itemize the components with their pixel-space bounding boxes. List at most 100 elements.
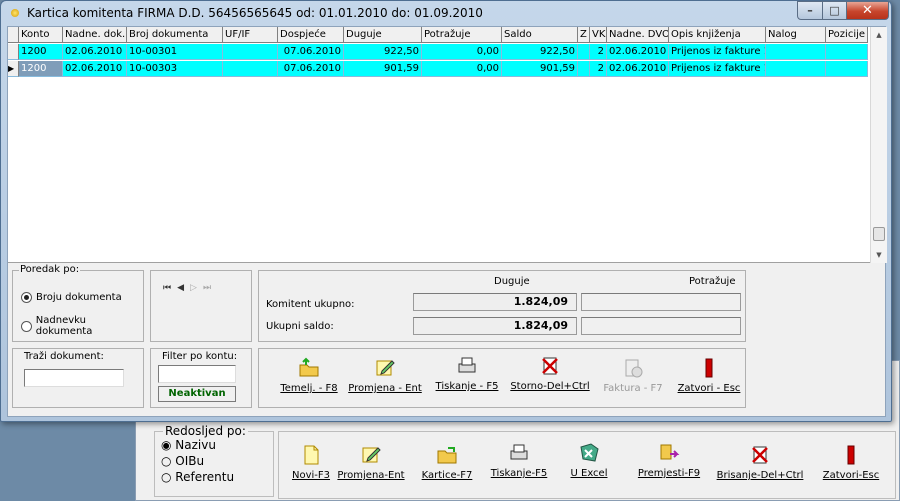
app-icon <box>11 9 19 17</box>
grid-header: Konto Nadne. dok. Broj dokumenta UF/IF D… <box>8 27 868 43</box>
radio-dot-selected <box>21 292 32 303</box>
filter-status-button[interactable]: Neaktivan <box>158 386 236 402</box>
cell-dospijece[interactable]: 07.06.2010 <box>278 44 344 60</box>
filter-legend: Filter po kontu: <box>161 351 239 362</box>
cell-broj-dokumenta[interactable]: 10-00301 <box>127 44 223 60</box>
promjena-button-bg[interactable]: Promjena-Ent <box>331 444 411 481</box>
col-header-saldo[interactable]: Saldo <box>502 27 578 43</box>
filter-account-input[interactable] <box>158 365 236 383</box>
first-record-icon[interactable]: ⏮ <box>163 283 177 293</box>
table-row[interactable]: 1200 02.06.2010 10-00301 07.06.2010 922,… <box>8 44 868 60</box>
cell-duguje[interactable]: 901,59 <box>344 61 422 77</box>
brisanje-button[interactable]: Brisanje-Del+Ctrl <box>715 444 805 481</box>
cell-uf-if[interactable] <box>223 44 278 60</box>
cell-broj-dokumenta[interactable]: 10-00303 <box>127 61 223 77</box>
title-bar[interactable]: Kartica komitenta FIRMA D.D. 56456565645… <box>1 1 891 25</box>
col-header-uf-if[interactable]: UF/IF <box>223 27 278 43</box>
cell-z[interactable] <box>578 44 590 60</box>
cell-z[interactable] <box>578 61 590 77</box>
col-header-nalog[interactable]: Nalog <box>766 27 826 43</box>
cell-nadne-dok[interactable]: 02.06.2010 <box>63 61 127 77</box>
cell-nalog[interactable] <box>766 61 826 77</box>
kartice-button[interactable]: Kartice-F7 <box>407 444 487 481</box>
delete-icon <box>752 446 768 464</box>
prev-record-icon[interactable]: ◀ <box>177 283 190 293</box>
cell-potrazuje[interactable]: 0,00 <box>422 61 502 77</box>
ledger-grid[interactable]: Konto Nadne. dok. Broj dokumenta UF/IF D… <box>8 27 887 263</box>
col-header-duguje[interactable]: Duguje <box>344 27 422 43</box>
navigation-group: ⏮◀▷⏭ <box>150 270 252 342</box>
cell-pozicije[interactable] <box>826 44 868 60</box>
sort-by-group: Redosljed po: ◉ Nazivu ○ OIBu ○ Referent… <box>154 424 274 497</box>
radio-dot <box>21 320 32 332</box>
zatvori-button[interactable]: Zatvori - Esc <box>669 357 749 394</box>
cell-konto[interactable]: 1200 <box>19 44 63 60</box>
radio-broj-dokumenta[interactable]: Broju dokumenta <box>21 292 122 303</box>
cell-vk[interactable]: 2 <box>590 44 607 60</box>
grid-vertical-scrollbar[interactable]: ▲ ▼ <box>870 27 887 263</box>
folder-icon <box>437 447 457 464</box>
col-header-nadne-dok[interactable]: Nadne. dok. <box>63 27 127 43</box>
tiskanje-button[interactable]: Tiskanje - F5 <box>427 355 507 392</box>
premjesti-button[interactable]: Premjesti-F9 <box>629 442 709 479</box>
cell-saldo[interactable]: 901,59 <box>502 61 578 77</box>
cell-saldo[interactable]: 922,50 <box>502 44 578 60</box>
tiskanje-button-bg[interactable]: Tiskanje-F5 <box>479 442 559 479</box>
exit-door-icon <box>847 445 855 465</box>
cell-opis[interactable]: Prijenos iz fakture 10 <box>669 44 766 60</box>
storno-button[interactable]: Storno-Del+Ctrl <box>505 355 595 392</box>
col-header-broj-dokumenta[interactable]: Broj dokumenta <box>127 27 223 43</box>
radio-nadnevak-dokumenta[interactable]: Nadnevku dokumenta <box>21 315 143 337</box>
new-document-icon <box>304 445 319 465</box>
col-header-dospijece[interactable]: Dospjeće <box>278 27 344 43</box>
table-row[interactable]: ▶ 1200 02.06.2010 10-00303 07.06.2010 90… <box>8 61 868 77</box>
temeljnica-button[interactable]: Temelj. - F8 <box>269 357 349 394</box>
kartica-window: Kartica komitenta FIRMA D.D. 56456565645… <box>0 0 892 422</box>
scroll-thumb[interactable] <box>873 227 885 241</box>
komitent-ukupno-label: Komitent ukupno: <box>266 299 355 310</box>
radio-referentu[interactable]: ○ Referentu <box>161 470 267 484</box>
order-group: Poredak po: Broju dokumenta Nadnevku dok… <box>12 264 144 342</box>
excel-button[interactable]: U Excel <box>549 442 629 479</box>
record-navigator: ⏮◀▷⏭ <box>163 283 217 293</box>
search-document-input[interactable] <box>24 369 124 387</box>
col-header-potrazuje[interactable]: Potražuje <box>422 27 502 43</box>
cell-nadne-dvo[interactable]: 02.06.2010 <box>607 61 669 77</box>
cell-uf-if[interactable] <box>223 61 278 77</box>
cell-duguje[interactable]: 922,50 <box>344 44 422 60</box>
invoice-icon <box>625 359 643 378</box>
col-header-opis[interactable]: Opis knjiženja <box>669 27 766 43</box>
col-header-z[interactable]: Z <box>578 27 590 43</box>
zatvori-button-bg[interactable]: Zatvori-Esc <box>811 444 891 481</box>
close-button[interactable]: ✕ <box>846 1 889 20</box>
col-header-pozicije[interactable]: Pozicije <box>826 27 868 43</box>
cell-potrazuje[interactable]: 0,00 <box>422 44 502 60</box>
cell-vk[interactable]: 2 <box>590 61 607 77</box>
summary-duguje-header: Duguje <box>494 276 530 287</box>
radio-oibu[interactable]: ○ OIBu <box>161 454 267 468</box>
next-record-icon[interactable]: ▷ <box>190 283 203 293</box>
radio-nazivu[interactable]: ◉ Nazivu <box>161 438 267 452</box>
col-header-konto[interactable]: Konto <box>19 27 63 43</box>
scroll-down-icon[interactable]: ▼ <box>871 247 887 263</box>
col-header-nadne-dvo[interactable]: Nadne. DVO <box>607 27 669 43</box>
promjena-button[interactable]: Promjena - Ent <box>345 357 425 394</box>
cell-konto[interactable]: 1200 <box>19 61 63 77</box>
cell-nalog[interactable] <box>766 44 826 60</box>
filter-group: Filter po kontu: Neaktivan <box>150 348 252 408</box>
col-header-vk[interactable]: VK <box>590 27 607 43</box>
search-group: Traži dokument: <box>12 348 144 408</box>
sort-by-legend: Redosljed po: <box>163 424 248 438</box>
move-icon <box>660 444 680 460</box>
cell-opis[interactable]: Prijenos iz fakture 10 <box>669 61 766 77</box>
last-record-icon[interactable]: ⏭ <box>203 283 217 293</box>
cell-dospijece[interactable]: 07.06.2010 <box>278 61 344 77</box>
faktura-button[interactable]: Faktura - F7 <box>593 357 673 394</box>
row-indicator <box>8 44 19 60</box>
cell-nadne-dok[interactable]: 02.06.2010 <box>63 44 127 60</box>
scroll-up-icon[interactable]: ▲ <box>871 27 887 43</box>
maximize-button[interactable]: □ <box>822 1 847 20</box>
cell-nadne-dvo[interactable]: 02.06.2010 <box>607 44 669 60</box>
minimize-button[interactable]: – <box>797 1 823 20</box>
cell-pozicije[interactable] <box>826 61 868 77</box>
